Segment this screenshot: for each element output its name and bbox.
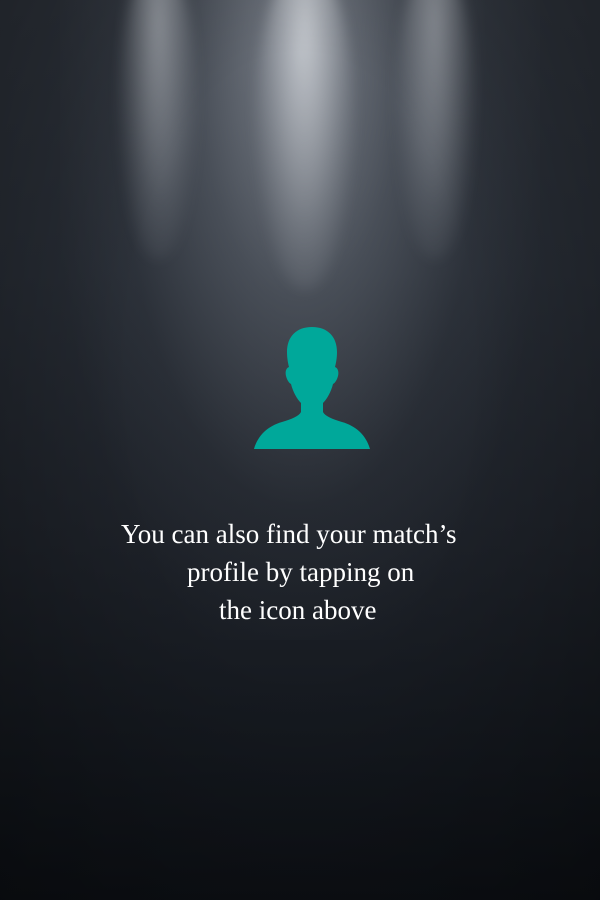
light-beam — [395, 0, 475, 260]
light-beam — [118, 0, 198, 260]
person-silhouette-icon — [254, 327, 370, 449]
hint-line-2: profile by tapping on — [187, 557, 415, 587]
hint-line-3: the icon above — [219, 595, 377, 625]
hint-text: You can also find your match’s profile b… — [0, 515, 600, 629]
onboarding-screen: You can also find your match’s profile b… — [0, 0, 600, 900]
light-beam — [255, 0, 355, 290]
match-profile-button[interactable] — [252, 325, 372, 451]
hint-line-1: You can also find your match’s — [121, 519, 457, 549]
